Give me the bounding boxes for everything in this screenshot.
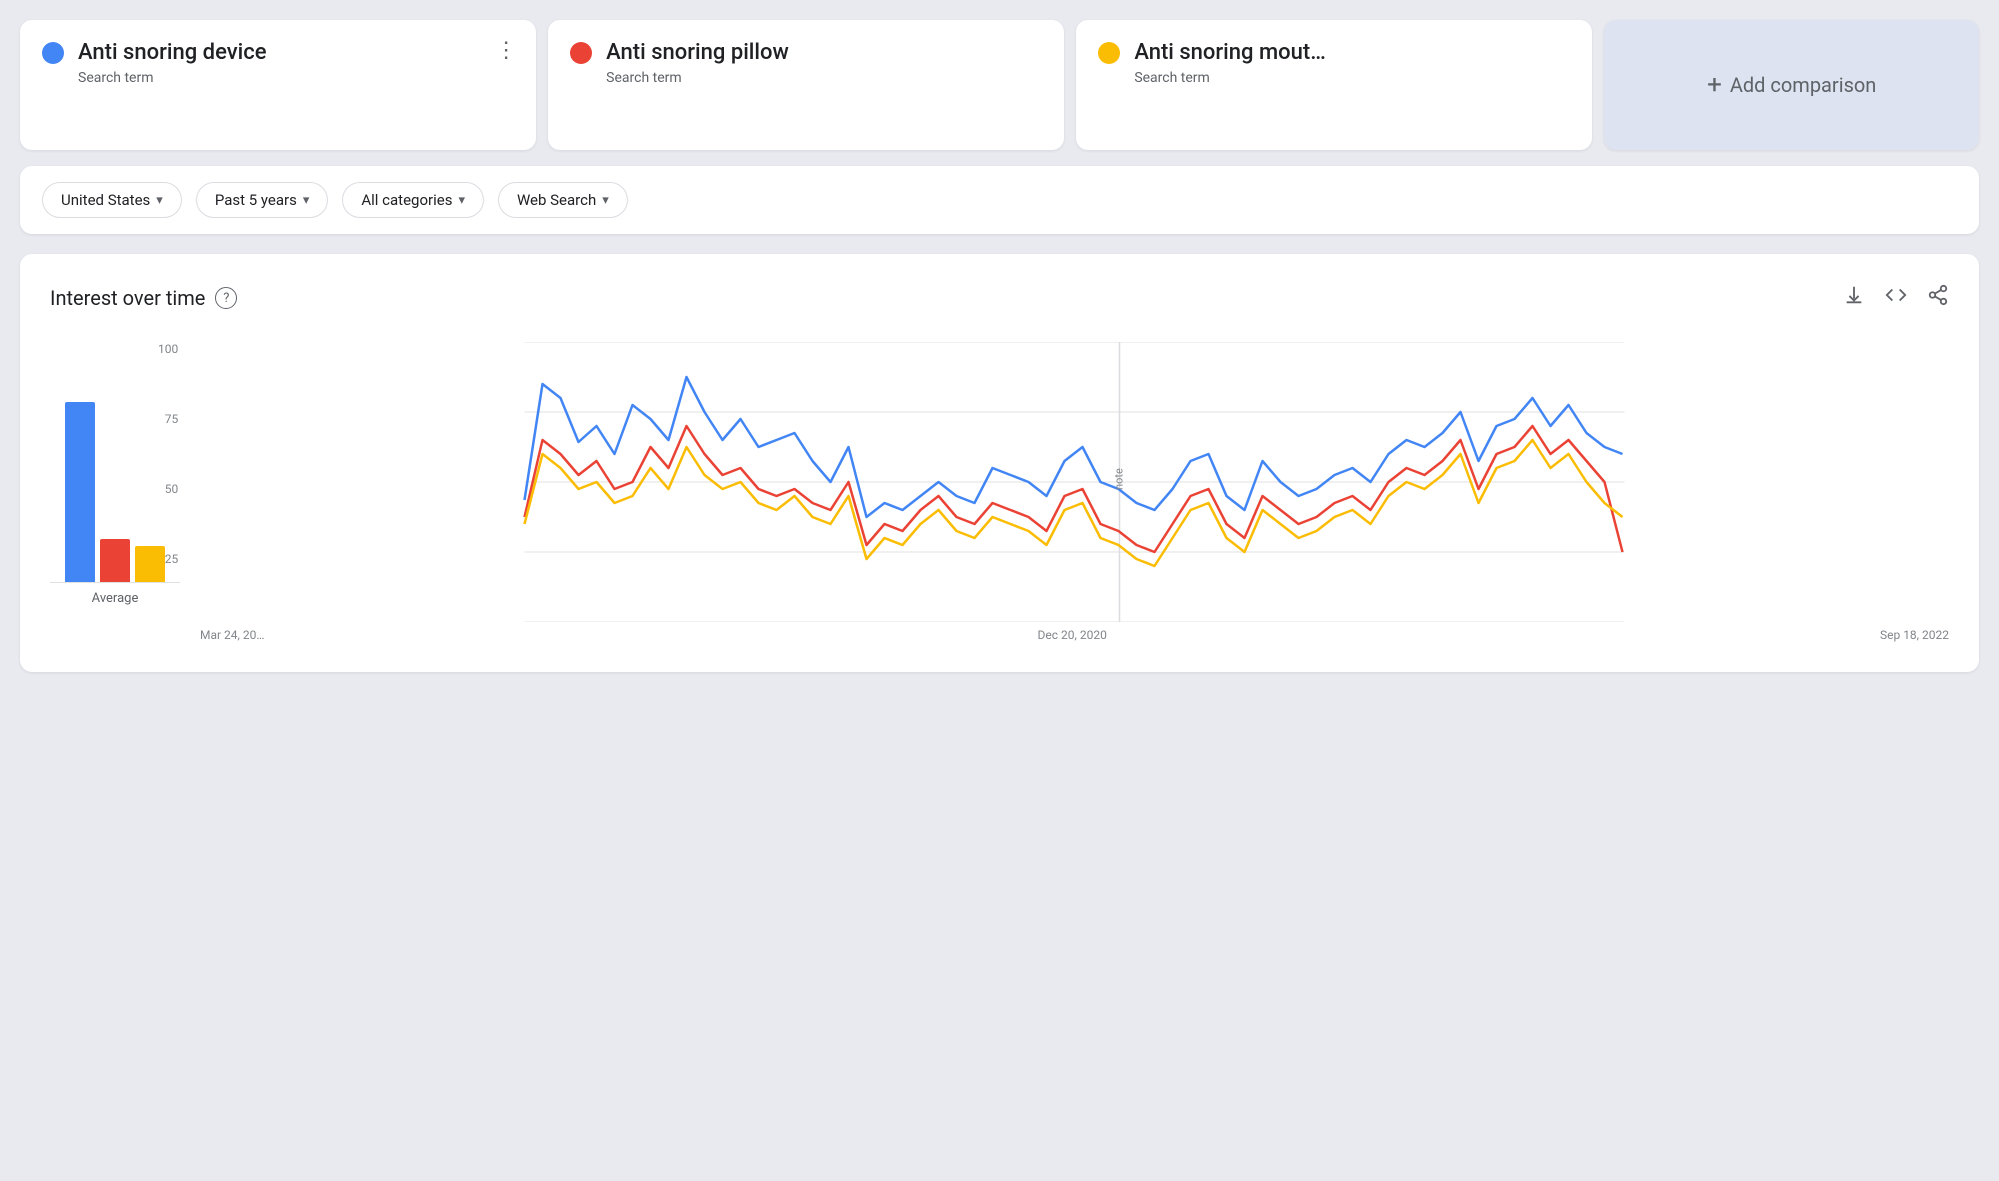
x-label-mid: Dec 20, 2020 xyxy=(1038,628,1107,642)
avg-bars xyxy=(65,342,165,582)
y-label-50: 50 xyxy=(165,482,179,496)
term-dot-device xyxy=(42,42,64,64)
chart-title-group: Interest over time ? xyxy=(50,286,237,310)
search-term-cards: Anti snoring device Search term ⋮ Anti s… xyxy=(20,20,1979,150)
line-device xyxy=(525,377,1623,517)
y-label-75: 75 xyxy=(165,412,179,426)
share-button[interactable] xyxy=(1927,284,1949,312)
line-pillow xyxy=(525,426,1623,552)
x-label-end: Sep 18, 2022 xyxy=(1880,628,1949,642)
line-chart-container: 100 75 50 25 xyxy=(200,342,1949,642)
chart-actions xyxy=(1843,284,1949,312)
term-info-mouthguard: Anti snoring mout… Search term xyxy=(1134,40,1325,86)
avg-bar-pillow xyxy=(100,539,130,582)
download-button[interactable] xyxy=(1843,284,1865,312)
x-label-start: Mar 24, 20… xyxy=(200,628,264,642)
term-card-device[interactable]: Anti snoring device Search term ⋮ xyxy=(20,20,536,150)
chart-header: Interest over time ? xyxy=(50,284,1949,312)
chart-title: Interest over time xyxy=(50,286,205,310)
term-dot-mouthguard xyxy=(1098,42,1120,64)
add-icon: + xyxy=(1707,70,1722,100)
region-label: United States xyxy=(61,191,150,209)
term-info-pillow: Anti snoring pillow Search term xyxy=(606,40,789,86)
help-icon[interactable]: ? xyxy=(215,287,237,309)
term-type-pillow: Search term xyxy=(606,70,789,86)
term-dot-pillow xyxy=(570,42,592,64)
y-label-100: 100 xyxy=(158,342,178,356)
interest-over-time-chart: Interest over time ? xyxy=(20,254,1979,672)
avg-bar-device xyxy=(65,402,95,582)
term-name-device: Anti snoring device xyxy=(78,40,267,66)
region-chevron: ▾ xyxy=(156,193,163,208)
category-label: All categories xyxy=(361,191,452,209)
add-comparison-label: Add comparison xyxy=(1730,73,1877,97)
term-info-device: Anti snoring device Search term xyxy=(78,40,267,86)
term-name-pillow: Anti snoring pillow xyxy=(606,40,789,66)
term-card-mouthguard[interactable]: Anti snoring mout… Search term xyxy=(1076,20,1592,150)
term-name-mouthguard: Anti snoring mout… xyxy=(1134,40,1325,66)
term-type-device: Search term xyxy=(78,70,267,86)
region-filter[interactable]: United States ▾ xyxy=(42,182,182,218)
search-type-filter[interactable]: Web Search ▾ xyxy=(498,182,628,218)
search-type-label: Web Search xyxy=(517,191,596,209)
line-mouthguard xyxy=(525,440,1623,566)
category-chevron: ▾ xyxy=(458,193,465,208)
time-chevron: ▾ xyxy=(303,193,310,208)
add-comparison-card[interactable]: + Add comparison xyxy=(1604,20,1979,150)
time-filter[interactable]: Past 5 years ▾ xyxy=(196,182,329,218)
avg-label: Average xyxy=(92,591,139,606)
time-label: Past 5 years xyxy=(215,191,297,209)
line-chart-svg: note xyxy=(200,342,1949,622)
filter-bar: United States ▾ Past 5 years ▾ All categ… xyxy=(20,166,1979,234)
term-card-pillow[interactable]: Anti snoring pillow Search term xyxy=(548,20,1064,150)
term-menu-device[interactable]: ⋮ xyxy=(495,38,518,63)
term-type-mouthguard: Search term xyxy=(1134,70,1325,86)
y-label-25: 25 xyxy=(165,552,179,566)
add-comparison-content: + Add comparison xyxy=(1707,70,1876,100)
embed-button[interactable] xyxy=(1885,284,1907,312)
svg-text:note: note xyxy=(1113,468,1126,490)
x-axis-labels: Mar 24, 20… Dec 20, 2020 Sep 18, 2022 xyxy=(200,628,1949,642)
search-type-chevron: ▾ xyxy=(602,193,609,208)
category-filter[interactable]: All categories ▾ xyxy=(342,182,484,218)
